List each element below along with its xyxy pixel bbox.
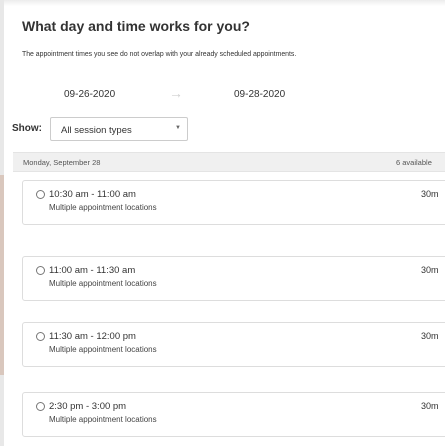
slot-time: 2:30 pm - 3:00 pm [49, 401, 127, 412]
slot-location: Multiple appointment locations [49, 415, 157, 424]
slot-location: Multiple appointment locations [49, 203, 157, 212]
left-panel-edge [0, 0, 4, 446]
slot-duration: 30m [421, 265, 439, 275]
day-label: Monday, September 28 [23, 158, 101, 167]
time-slot[interactable]: 11:00 am - 11:30 am Multiple appointment… [22, 256, 445, 301]
time-slot[interactable]: 10:30 am - 11:00 am Multiple appointment… [22, 180, 445, 225]
radio-icon[interactable] [36, 402, 45, 411]
end-date[interactable]: 09-28-2020 [234, 89, 285, 100]
radio-icon[interactable] [36, 266, 45, 275]
time-slot[interactable]: 11:30 am - 12:00 pm Multiple appointment… [22, 322, 445, 367]
chevron-down-icon: ▼ [175, 125, 181, 131]
show-label: Show: [12, 123, 42, 134]
radio-icon[interactable] [36, 332, 45, 341]
arrow-right-icon: → [169, 85, 183, 101]
slot-time: 10:30 am - 11:00 am [49, 189, 136, 200]
left-panel-accent [0, 175, 4, 375]
overlap-notice: The appointment times you see do not ove… [22, 51, 297, 58]
slot-time: 11:30 am - 12:00 pm [49, 331, 136, 342]
time-slot[interactable]: 2:30 pm - 3:00 pm Multiple appointment l… [22, 392, 445, 437]
day-header: Monday, September 28 6 available [13, 152, 445, 172]
slot-location: Multiple appointment locations [49, 345, 157, 354]
slot-duration: 30m [421, 401, 439, 411]
slot-duration: 30m [421, 331, 439, 341]
page-title: What day and time works for you? [22, 18, 250, 34]
slot-duration: 30m [421, 189, 439, 199]
window-top-edge [0, 0, 445, 6]
slot-location: Multiple appointment locations [49, 279, 157, 288]
start-date[interactable]: 09-26-2020 [64, 89, 115, 100]
session-type-value: All session types [61, 125, 132, 136]
available-count: 6 available [396, 158, 432, 167]
radio-icon[interactable] [36, 190, 45, 199]
session-type-select[interactable]: All session types ▼ [50, 117, 188, 141]
slot-time: 11:00 am - 11:30 am [49, 265, 136, 276]
